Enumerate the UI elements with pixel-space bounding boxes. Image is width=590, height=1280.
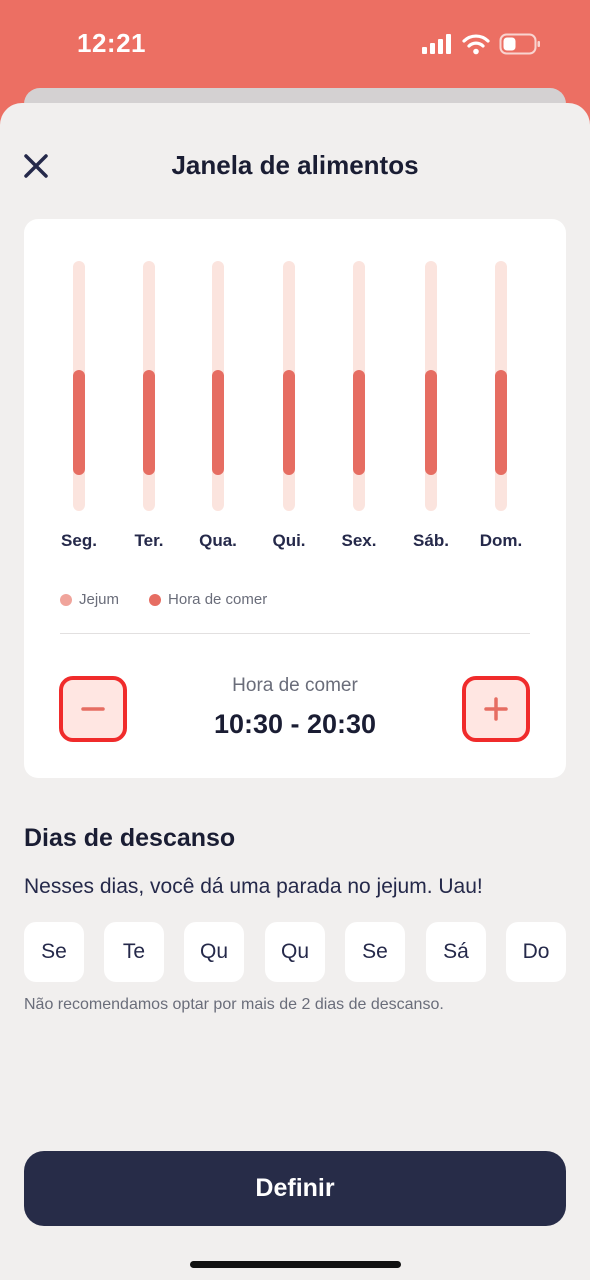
fasting-bar xyxy=(353,261,365,511)
fasting-bar xyxy=(283,261,295,511)
day-tick-label: Qui. xyxy=(272,531,306,550)
legend-dot-fasting xyxy=(60,593,72,606)
eating-window-bar xyxy=(425,370,437,475)
plus-icon xyxy=(484,697,508,721)
legend-item-fasting: Jejum xyxy=(60,591,119,608)
legend-dot-eating xyxy=(149,593,162,606)
chart-legend: Jejum Hora de comer xyxy=(60,591,267,608)
chart-bar-column: Sex. xyxy=(329,261,389,561)
eating-window-bar xyxy=(73,370,85,475)
day-tick-label: Seg. xyxy=(61,531,97,550)
day-tick-label: Sex. xyxy=(341,531,377,550)
day-tick-label: Qua. xyxy=(199,531,237,550)
rest-day-chip[interactable]: Qu xyxy=(184,922,244,982)
day-tick-label: Dom. xyxy=(479,531,523,550)
battery-icon xyxy=(499,33,540,55)
rest-days-subtitle: Nesses dias, você dá uma parada no jejum… xyxy=(24,875,483,898)
chart-bar-column: Sáb. xyxy=(401,261,461,561)
eating-window-bar xyxy=(212,370,224,475)
page-title: Janela de alimentos xyxy=(171,150,419,180)
increase-button[interactable] xyxy=(462,676,530,742)
fasting-bar xyxy=(495,261,507,511)
chart-bar-column: Qua. xyxy=(188,261,248,561)
fasting-bar xyxy=(425,261,437,511)
fasting-bar xyxy=(212,261,224,511)
eating-window-card: Seg. Ter. Qua. Qui. Sex. Sáb. Dom. Jejum Hora … xyxy=(24,219,566,778)
rest-days-title: Dias de descanso xyxy=(24,824,236,852)
chart-bar-column: Seg. xyxy=(49,261,109,561)
chart-bar-column: Qui. xyxy=(259,261,319,561)
day-tick-label: Ter. xyxy=(134,531,164,550)
chart-bar-column: Dom. xyxy=(471,261,531,561)
chart-bar-column: Ter. xyxy=(119,261,179,561)
rest-day-chip[interactable]: Sá xyxy=(426,922,486,982)
define-button[interactable]: Definir xyxy=(24,1151,566,1226)
rest-day-chip[interactable]: Te xyxy=(104,922,164,982)
eating-window-bar xyxy=(353,370,365,475)
home-indicator xyxy=(190,1261,401,1268)
fasting-bar xyxy=(73,261,85,511)
rest-day-chip[interactable]: Qu xyxy=(265,922,325,982)
eating-window-bar xyxy=(283,370,295,475)
status-time: 12:21 xyxy=(77,28,146,58)
legend-item-eating: Hora de comer xyxy=(149,591,267,608)
rest-day-chip[interactable]: Do xyxy=(506,922,566,982)
rest-day-chip[interactable]: Se xyxy=(24,922,84,982)
legend-label-eating: Hora de comer xyxy=(168,591,268,608)
cellular-signal-icon xyxy=(422,34,451,54)
rest-day-chip[interactable]: Se xyxy=(345,922,405,982)
fasting-bar xyxy=(143,261,155,511)
day-tick-label: Sáb. xyxy=(413,531,449,550)
eating-window-bar xyxy=(495,370,507,475)
legend-label-fasting: Jejum xyxy=(79,591,120,608)
wifi-icon xyxy=(462,34,490,55)
status-bar: 12:21 xyxy=(0,0,590,88)
divider xyxy=(60,633,530,634)
rest-days-note: Não recomendamos optar por mais de 2 dia… xyxy=(24,996,444,1013)
eating-window-bar xyxy=(143,370,155,475)
